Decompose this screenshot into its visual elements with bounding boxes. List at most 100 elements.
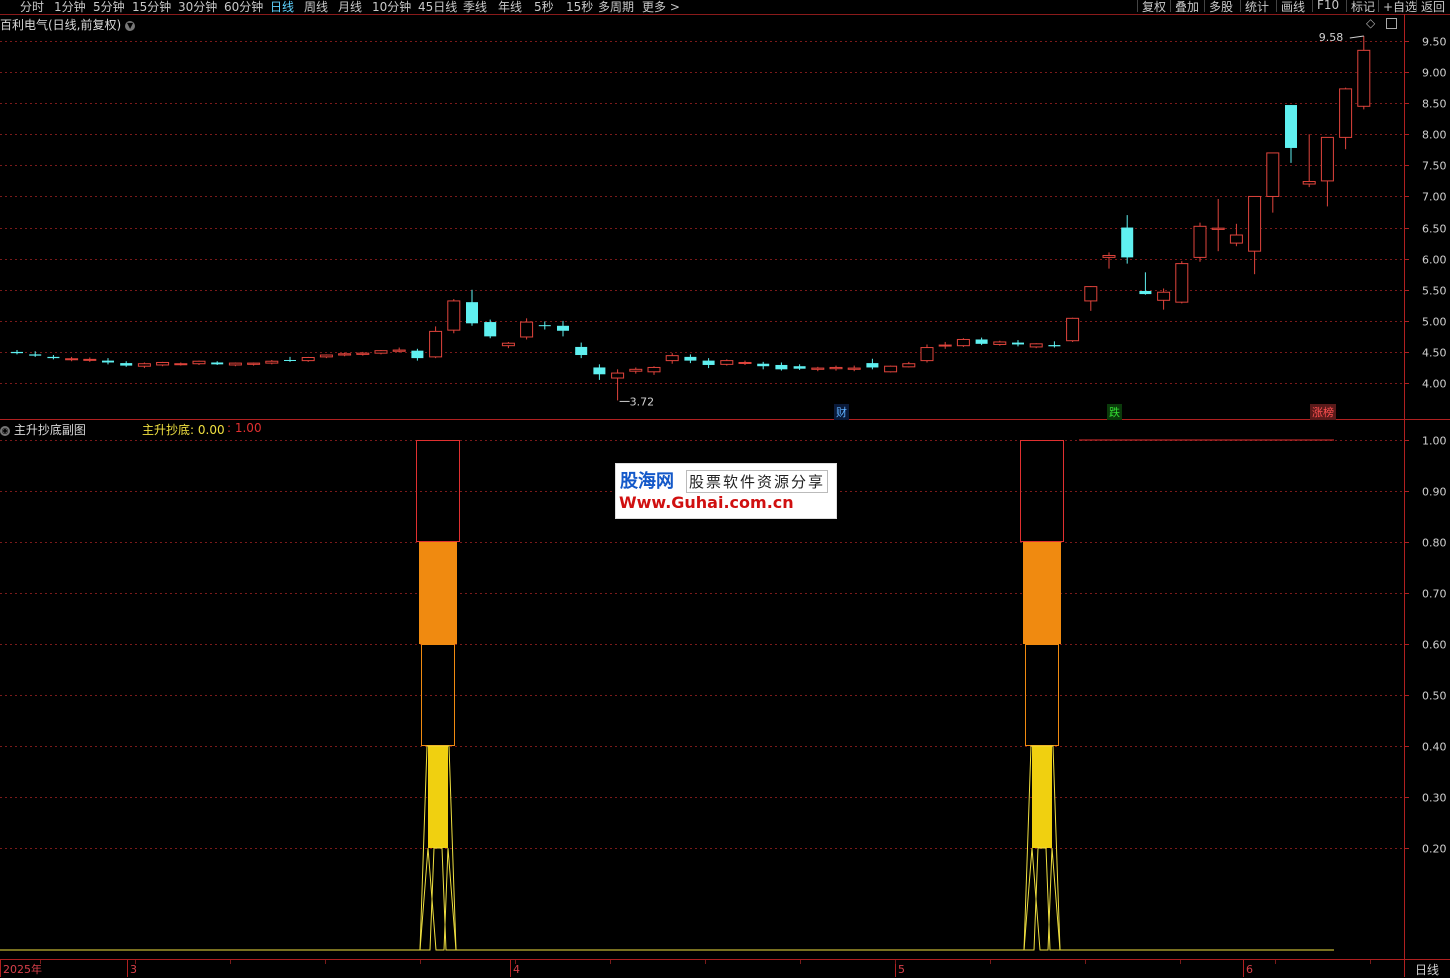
candle-body — [866, 363, 879, 368]
candle-body — [593, 367, 606, 375]
candle-body — [993, 341, 1007, 345]
candle-body — [665, 355, 679, 362]
subchart-tick-label: 0.50 — [1422, 690, 1447, 703]
candle-body — [374, 350, 388, 354]
candle-body — [1157, 291, 1171, 301]
subchart-tick-label: 0.60 — [1422, 639, 1447, 652]
signal-bar — [416, 440, 460, 542]
date-label: 2025年 — [3, 962, 42, 976]
candle-body — [265, 360, 279, 364]
candle-body — [557, 325, 569, 331]
price-tick-label: 5.50 — [1422, 285, 1447, 298]
price-tick-label: 4.00 — [1422, 378, 1447, 391]
candle-body — [829, 366, 843, 370]
candle-body — [192, 360, 206, 365]
subchart-tick-label: 0.70 — [1422, 588, 1447, 601]
candle-body — [684, 356, 697, 361]
date-label: 6 — [1246, 963, 1253, 976]
candle-body — [793, 366, 806, 369]
subchart-tick-label: 0.90 — [1422, 486, 1447, 499]
candle-body — [884, 365, 898, 373]
candle-body — [65, 358, 79, 361]
candle-body — [319, 354, 333, 358]
price-tick-label: 5.00 — [1422, 316, 1447, 329]
price-tick-label: 6.50 — [1422, 223, 1447, 236]
candle-body — [956, 338, 970, 347]
watermark-brand: 股海网 — [620, 471, 674, 492]
price-tick-label: 6.00 — [1422, 254, 1447, 267]
candle-body — [466, 302, 478, 324]
subchart-tick-label: 0.80 — [1422, 537, 1447, 550]
subchart-tick-label: 0.30 — [1422, 792, 1447, 805]
candle-body — [1302, 181, 1316, 185]
price-tick-label: 4.50 — [1422, 347, 1447, 360]
date-label: 3 — [130, 963, 137, 976]
candle-body — [1357, 49, 1371, 107]
price-tick-label: 7.50 — [1422, 160, 1447, 173]
indicator-baseline — [0, 847, 1334, 951]
candle-body — [920, 347, 934, 362]
subchart-tick-label: 0.20 — [1422, 843, 1447, 856]
event-tag[interactable]: 涨榜 — [1310, 404, 1336, 420]
candle-body — [520, 321, 534, 338]
candle-body — [301, 357, 315, 362]
candle-body — [484, 322, 497, 337]
candle-body — [611, 372, 625, 379]
candle-body — [211, 362, 224, 365]
candle-body — [647, 366, 661, 373]
candle-body — [902, 363, 916, 368]
candle-body — [137, 363, 151, 367]
candle-body — [575, 346, 588, 356]
candle-body — [1339, 88, 1353, 138]
price-tick-label: 8.00 — [1422, 129, 1447, 142]
watermark-logo: 股海网 股票软件资源分享 Www.Guhai.com.cn — [615, 463, 837, 519]
candle-body — [811, 367, 825, 370]
candle-body — [29, 354, 42, 356]
candle-body — [411, 350, 424, 359]
candle-body — [156, 361, 170, 366]
candle-body — [1266, 152, 1280, 197]
candle-body — [429, 330, 443, 358]
candle-body — [102, 360, 114, 363]
candle-body — [720, 360, 734, 365]
price-tick-label: 9.00 — [1422, 67, 1447, 80]
candle-body — [120, 363, 133, 366]
signal-bar — [419, 542, 457, 644]
candle-body — [975, 339, 988, 344]
candle-body — [1139, 290, 1152, 295]
price-tick-label: 9.50 — [1422, 36, 1447, 49]
candle-body — [247, 362, 261, 365]
candle-body — [1084, 286, 1098, 302]
high-price-label: 9.58 — [1319, 31, 1344, 44]
candle-body — [538, 325, 551, 327]
signal-bar — [428, 746, 448, 848]
candle-body — [1285, 105, 1297, 148]
subchart-tick-label: 0.40 — [1422, 741, 1447, 754]
signal-bar — [1023, 542, 1061, 644]
candle-body — [338, 353, 352, 356]
candle-body — [501, 342, 515, 347]
subchart-tick-label: 1.00 — [1422, 435, 1447, 448]
candle-body — [702, 360, 715, 365]
event-tag[interactable]: 财 — [834, 404, 849, 420]
candle-body — [1102, 255, 1116, 258]
candle-body — [847, 367, 861, 370]
high-price-arrow — [1349, 35, 1364, 39]
candle-body — [775, 364, 788, 370]
candle-body — [174, 363, 188, 366]
candle-body — [1193, 225, 1207, 258]
date-label: 5 — [898, 963, 905, 976]
candle-body — [1320, 136, 1334, 182]
price-tick-label: 7.00 — [1422, 191, 1447, 204]
watermark-slogan: 股票软件资源分享 — [686, 470, 829, 493]
candle-body — [83, 358, 97, 361]
period-tag[interactable]: 日线 — [1404, 961, 1450, 977]
candle-body — [11, 351, 23, 354]
candle-body — [1229, 234, 1243, 244]
watermark-url: Www.Guhai.com.cn — [619, 493, 794, 512]
candle-body — [447, 300, 461, 331]
event-tag[interactable]: 跌 — [1107, 404, 1122, 420]
candle-body — [1121, 227, 1134, 258]
candle-body — [1175, 263, 1189, 303]
candle-body — [47, 356, 60, 359]
